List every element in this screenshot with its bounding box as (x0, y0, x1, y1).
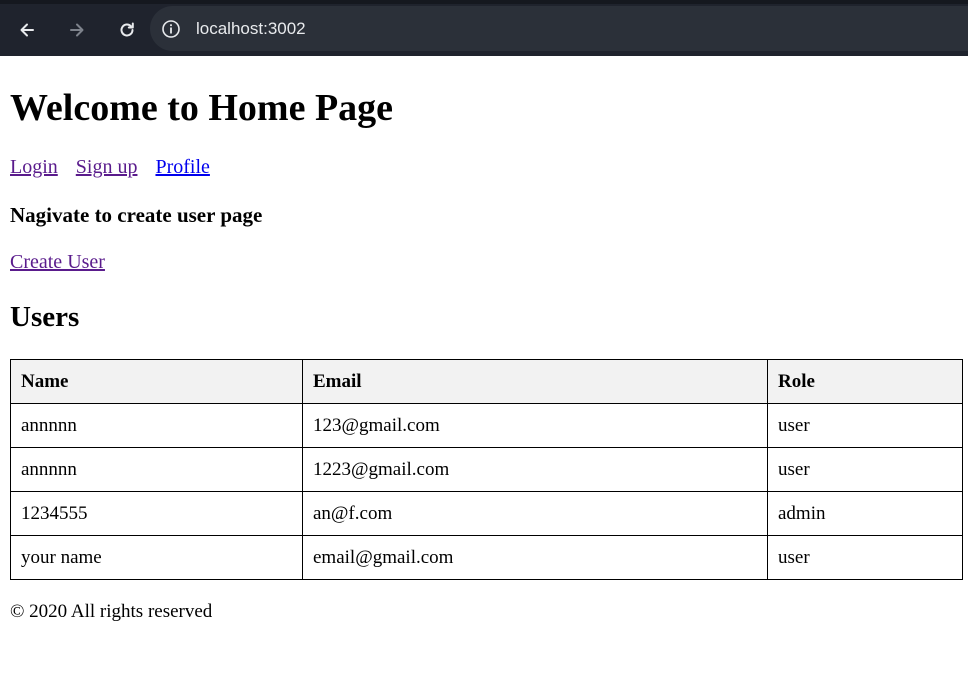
user-role-cell: user (767, 447, 963, 492)
table-row: annnnn 1223@gmail.com user (10, 447, 963, 492)
back-arrow-icon (20, 23, 34, 37)
user-name-cell: annnnn (10, 403, 303, 448)
user-role-cell: user (767, 535, 963, 580)
user-name-cell: 1234555 (10, 491, 303, 536)
reload-button[interactable] (105, 8, 149, 52)
url-text[interactable]: localhost:3002 (196, 19, 306, 39)
browser-toolbar: localhost:3002 (0, 0, 968, 56)
column-header-email: Email (302, 359, 768, 404)
user-email-cell: 123@gmail.com (302, 403, 768, 448)
table-header-row: Name Email Role (10, 359, 963, 404)
signup-link[interactable]: Sign up (76, 156, 138, 178)
back-button[interactable] (5, 8, 49, 52)
table-row: your name email@gmail.com user (10, 535, 963, 580)
users-heading: Users (10, 301, 80, 333)
page-content: Welcome to Home Page Login Sign up Profi… (0, 86, 968, 624)
forward-arrow-icon (70, 23, 84, 37)
login-link[interactable]: Login (10, 156, 58, 178)
user-role-cell: user (767, 403, 963, 448)
table-row: annnnn 123@gmail.com user (10, 403, 963, 448)
profile-link[interactable]: Profile (155, 156, 209, 178)
user-email-cell: email@gmail.com (302, 535, 768, 580)
user-name-cell: annnnn (10, 447, 303, 492)
user-email-cell: 1223@gmail.com (302, 447, 768, 492)
user-email-cell: an@f.com (302, 491, 768, 536)
reload-icon (120, 22, 134, 37)
info-icon[interactable] (160, 18, 182, 40)
footer-text: © 2020 All rights reserved (10, 601, 213, 622)
create-user-heading: Nagivate to create user page (10, 203, 263, 227)
column-header-role: Role (767, 359, 963, 404)
user-role-cell: admin (767, 491, 963, 536)
column-header-name: Name (10, 359, 303, 404)
page-title: Welcome to Home Page (10, 87, 394, 129)
user-name-cell: your name (10, 535, 303, 580)
address-bar[interactable]: localhost:3002 (150, 6, 968, 51)
create-user-link[interactable]: Create User (10, 251, 105, 273)
nav-links: Login Sign up Profile (10, 155, 958, 179)
table-row: 1234555 an@f.com admin (10, 491, 963, 536)
forward-button[interactable] (55, 8, 99, 52)
users-table: Name Email Role annnnn 123@gmail.com use… (10, 359, 963, 580)
